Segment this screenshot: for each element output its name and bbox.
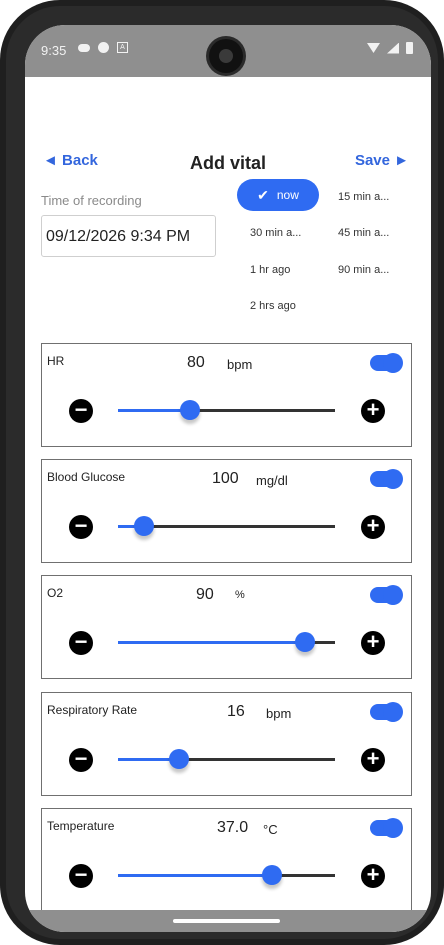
vital-unit: mg/dl — [256, 473, 288, 488]
notification-icon: A — [117, 42, 128, 53]
vital-value: 16 — [227, 703, 245, 720]
page-header: ◄ Back Add vital Save ► — [25, 145, 431, 185]
status-time: 9:35 — [41, 43, 67, 58]
vital-name: O2 — [47, 586, 64, 600]
cloud-icon — [78, 43, 90, 52]
decrement-button[interactable]: − — [69, 631, 93, 655]
vital-toggle[interactable] — [370, 818, 403, 838]
time-chip-label: now — [276, 188, 299, 202]
navigation-bar — [25, 910, 431, 932]
time-chip-1hr[interactable]: 1 hr ago — [250, 264, 290, 276]
toggle-knob — [383, 469, 403, 489]
slider-fill — [118, 874, 273, 877]
vital-value: 80 — [187, 354, 205, 371]
save-button[interactable]: Save ► — [355, 152, 409, 169]
camera-lens — [219, 49, 233, 63]
vital-card-temperature: Temperature 37.0 °C − + — [41, 808, 412, 912]
phone-frame: 9:35 A ◄ Back Add vital Save ► Time of r… — [0, 0, 444, 945]
home-indicator[interactable] — [173, 919, 280, 923]
increment-button[interactable]: + — [361, 864, 385, 888]
check-icon: ✔ — [257, 186, 269, 203]
time-chip-now[interactable]: ✔ now — [237, 179, 319, 211]
app-screen: 9:35 A ◄ Back Add vital Save ► Time of r… — [25, 25, 431, 932]
vital-slider[interactable] — [118, 516, 335, 536]
increment-button[interactable]: + — [361, 631, 385, 655]
vital-value: 37.0 — [217, 819, 249, 836]
status-bar: 9:35 A — [25, 25, 431, 77]
time-chip-15min[interactable]: 15 min a... — [338, 191, 389, 203]
vital-unit: °C — [263, 822, 278, 837]
vital-value: 90 — [196, 586, 214, 603]
decrement-button[interactable]: − — [69, 748, 93, 772]
vital-value: 100 — [212, 470, 239, 487]
decrement-button[interactable]: − — [69, 515, 93, 539]
slider-knob[interactable] — [262, 865, 283, 885]
time-of-recording-field[interactable]: 09/12/2026 9:34 PM — [41, 215, 216, 257]
vital-name: HR — [47, 354, 65, 368]
slider-knob[interactable] — [134, 516, 155, 536]
increment-button[interactable]: + — [361, 515, 385, 539]
camera-icon — [209, 39, 243, 73]
toggle-knob — [383, 353, 403, 373]
toggle-knob — [383, 585, 403, 605]
status-icons-left: A — [78, 42, 128, 53]
vital-unit: bpm — [227, 357, 253, 372]
vital-toggle[interactable] — [370, 585, 403, 605]
vital-slider[interactable] — [118, 400, 335, 420]
vital-card-blood-glucose: Blood Glucose 100 mg/dl − + — [41, 459, 412, 563]
slider-knob[interactable] — [179, 400, 200, 420]
vital-toggle[interactable] — [370, 702, 403, 722]
time-chip-30min[interactable]: 30 min a... — [250, 227, 301, 239]
wifi-icon — [367, 43, 380, 53]
vital-toggle[interactable] — [370, 469, 403, 489]
vital-card-respiratory-rate: Respiratory Rate 16 bpm − + — [41, 692, 412, 796]
time-chip-45min[interactable]: 45 min a... — [338, 227, 389, 239]
vital-toggle[interactable] — [370, 353, 403, 373]
increment-button[interactable]: + — [361, 399, 385, 423]
vital-name: Respiratory Rate — [47, 703, 138, 717]
signal-icon — [387, 42, 399, 54]
vital-slider[interactable] — [118, 632, 335, 652]
battery-icon — [406, 42, 413, 54]
vital-slider[interactable] — [118, 865, 335, 885]
time-chip-2hrs[interactable]: 2 hrs ago — [250, 300, 296, 312]
slider-fill — [118, 409, 190, 412]
vital-card-hr: HR 80 bpm − + — [41, 343, 412, 447]
toggle-knob — [383, 702, 403, 722]
status-icons-right — [367, 42, 413, 54]
slider-fill — [118, 641, 305, 644]
increment-button[interactable]: + — [361, 748, 385, 772]
slider-knob[interactable] — [294, 632, 315, 652]
phone-bezel: 9:35 A ◄ Back Add vital Save ► Time of r… — [6, 6, 438, 939]
decrement-button[interactable]: − — [69, 399, 93, 423]
time-of-recording-label: Time of recording — [41, 193, 142, 208]
vital-unit: bpm — [266, 706, 292, 721]
vital-name: Temperature — [47, 819, 115, 833]
dot-icon — [98, 42, 109, 53]
vital-card-o2: O2 90 % − + — [41, 575, 412, 679]
toggle-knob — [383, 818, 403, 838]
vital-unit: % — [235, 589, 245, 601]
vital-slider[interactable] — [118, 749, 335, 769]
slider-knob[interactable] — [168, 749, 189, 769]
vital-name: Blood Glucose — [47, 470, 126, 484]
decrement-button[interactable]: − — [69, 864, 93, 888]
time-chip-90min[interactable]: 90 min a... — [338, 264, 389, 276]
